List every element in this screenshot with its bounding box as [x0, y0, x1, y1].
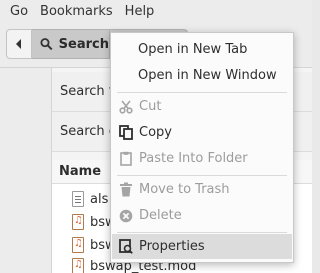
menu-go[interactable]: Go [0, 4, 34, 19]
search-button[interactable]: Search [32, 29, 110, 59]
menu-item-open-new-window[interactable]: Open in New Window [112, 63, 292, 88]
menu-item-label: Move to Trash [139, 182, 230, 197]
menu-item-delete[interactable]: Delete [112, 203, 292, 228]
menu-item-cut[interactable]: Cut [112, 94, 292, 119]
menu-item-label: Properties [139, 239, 205, 254]
properties-icon [118, 239, 134, 255]
menu-item-paste-into-folder[interactable]: Paste Into Folder [112, 146, 292, 171]
scissors-icon [118, 99, 134, 115]
text-file-icon [72, 191, 84, 207]
search-button-label: Search [58, 36, 109, 52]
menu-item-label: Delete [139, 208, 182, 223]
file-name: als [90, 191, 109, 207]
menu-item-label: Paste Into Folder [139, 151, 248, 166]
delete-icon [118, 208, 134, 224]
menu-separator [117, 175, 287, 176]
sidebar [0, 68, 52, 273]
menu-item-label: Open in New Window [138, 68, 277, 83]
menu-item-label: Cut [139, 99, 162, 114]
menu-item-label: Copy [139, 125, 172, 140]
audio-file-icon [72, 258, 84, 273]
menu-separator [117, 232, 287, 233]
menu-bookmarks[interactable]: Bookmarks [34, 4, 119, 19]
copy-icon [118, 125, 134, 141]
audio-file-icon [72, 214, 84, 230]
menu-item-open-new-tab[interactable]: Open in New Tab [112, 37, 292, 62]
menu-item-copy[interactable]: Copy [112, 120, 292, 145]
trash-icon [118, 182, 134, 198]
chevron-left-icon [16, 39, 21, 49]
menu-separator [117, 92, 287, 93]
list-item[interactable]: als [72, 188, 108, 210]
search-icon [40, 38, 53, 51]
menu-item-label: Open in New Tab [138, 42, 248, 57]
menubar: Go Bookmarks Help [0, 0, 312, 22]
menu-item-properties[interactable]: Properties [112, 234, 292, 259]
menu-help[interactable]: Help [119, 4, 161, 19]
paste-icon [118, 151, 134, 167]
audio-file-icon [72, 237, 84, 253]
menu-item-move-to-trash[interactable]: Move to Trash [112, 177, 292, 202]
context-menu: Open in New Tab Open in New Window Cut C… [110, 32, 294, 263]
back-button[interactable] [6, 29, 32, 59]
